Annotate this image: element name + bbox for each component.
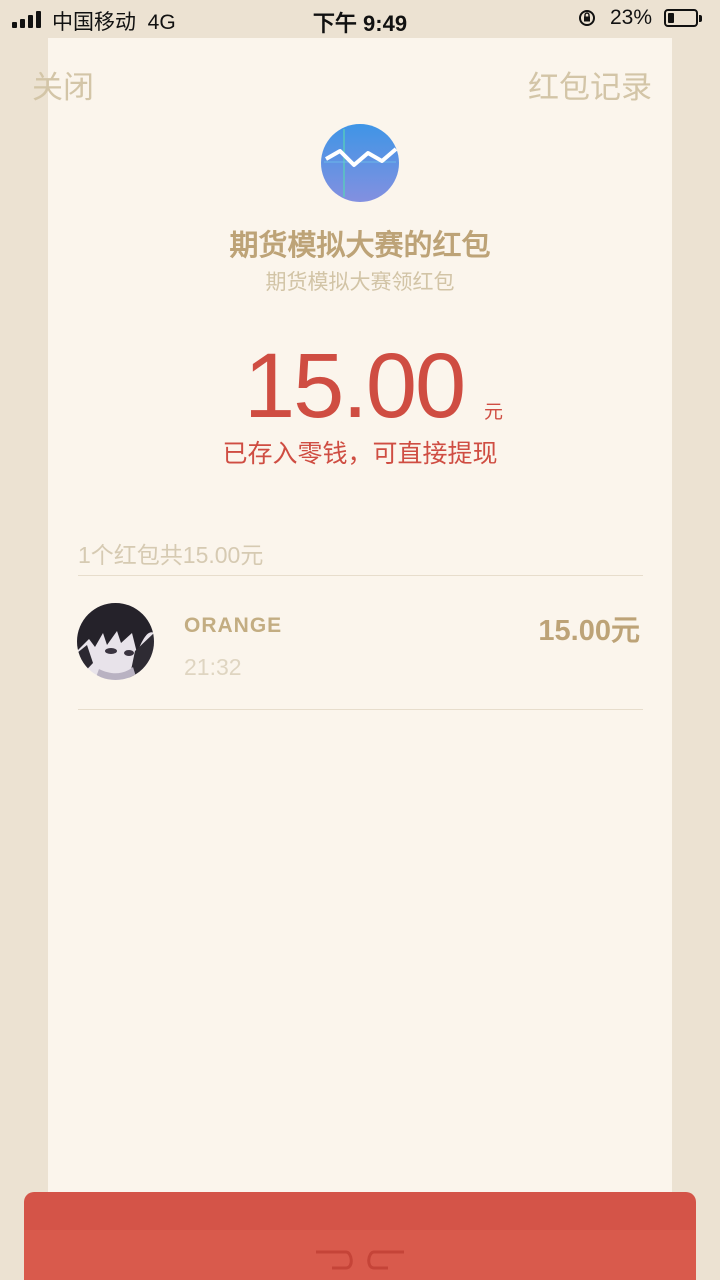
- battery-icon: [664, 9, 702, 27]
- avatar[interactable]: [77, 603, 154, 680]
- packet-title: 期货模拟大赛的红包: [229, 230, 491, 262]
- packet-summary: 1个红包共15.00元: [78, 542, 264, 568]
- status-bar: 中国移动 4G 下午 9:49 23%: [0, 0, 720, 38]
- emblem-icon: [316, 1250, 404, 1270]
- received-amount: 15.00: [244, 335, 466, 437]
- futures-chart-logo-icon: [321, 124, 399, 202]
- divider: [78, 575, 643, 576]
- rotation-lock-icon: [579, 10, 595, 26]
- close-button[interactable]: 关闭: [32, 62, 94, 107]
- red-packet-records-button[interactable]: 红包记录: [528, 62, 652, 107]
- battery-level-fill: [668, 13, 674, 23]
- amount-unit: 元: [484, 402, 504, 423]
- record-name: ORANGE: [184, 614, 283, 637]
- record-time: 21:32: [184, 654, 242, 680]
- packet-subtitle: 期货模拟大赛领红包: [265, 271, 455, 294]
- battery-percent: 23%: [610, 6, 653, 29]
- record-amount: 15.00元: [538, 615, 640, 647]
- divider: [78, 709, 643, 710]
- stored-to-change-link[interactable]: 已存入零钱，可直接提现: [0, 434, 720, 470]
